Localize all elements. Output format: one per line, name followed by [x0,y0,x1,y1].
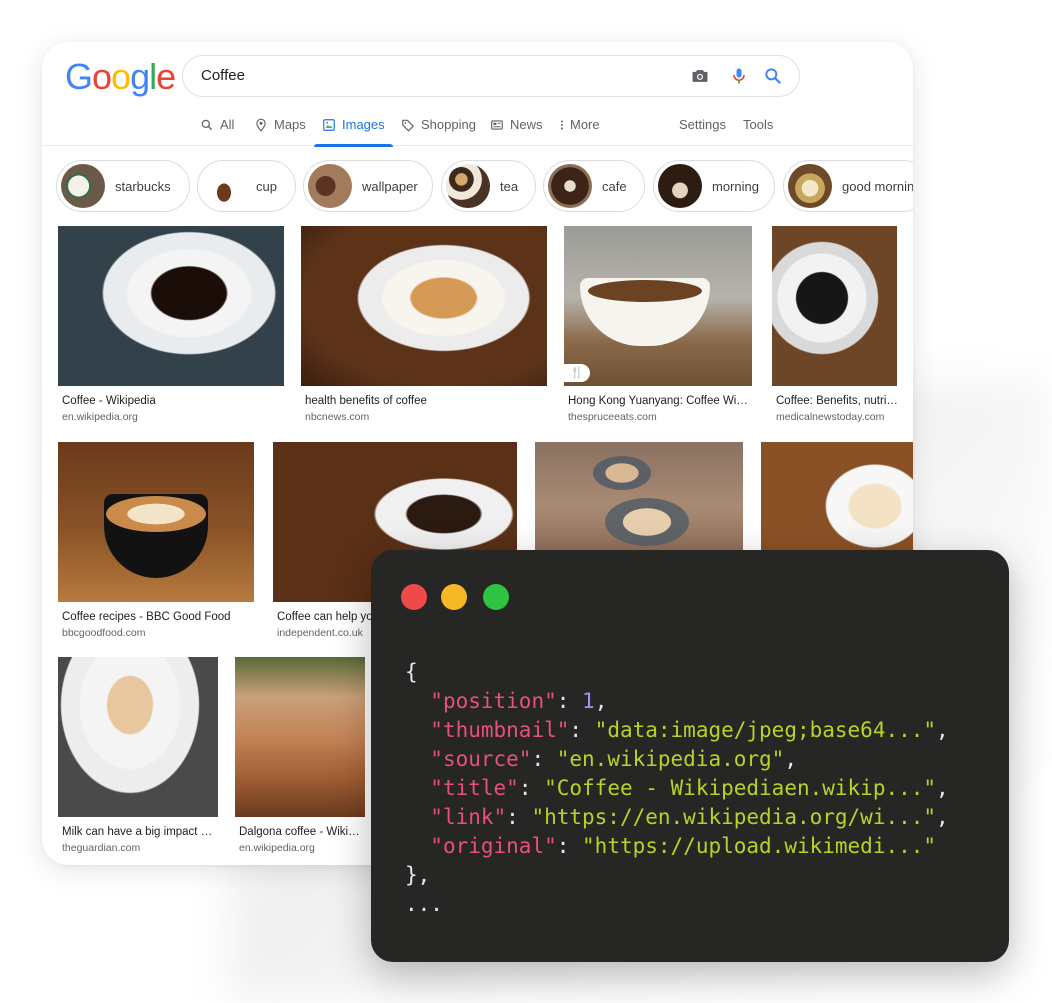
result-thumbnail [564,226,752,386]
code-close-brace: }, [405,863,431,887]
result-title: Coffee: Benefits, nutriti... [776,395,898,407]
chip-morning[interactable]: morning [653,160,775,212]
result-thumbnail [301,226,547,386]
result-source: medicalnewstoday.com [776,411,885,423]
camera-icon[interactable] [690,66,710,86]
tag-icon [401,118,415,132]
result-source: theguardian.com [62,842,141,854]
newspaper-icon [490,118,504,132]
code-open-brace: { [405,660,418,684]
chip-cafe[interactable]: cafe [543,160,645,212]
result-title: Hong Kong Yuanyang: Coffee With ... [568,395,750,407]
code-ellipsis: ... [405,892,443,916]
tab-images[interactable]: Images [314,110,393,147]
chip-thumbnail [446,164,490,208]
json-code-window: { "position": 1, "thumbnail": "data:imag… [371,550,1009,962]
code-key: "position" [430,689,557,713]
json-code-block: { "position": 1, "thumbnail": "data:imag… [405,660,949,916]
image-result[interactable]: Milk can have a big impact o... theguard… [58,657,218,857]
code-value: "en.wikipedia.org" [556,747,785,771]
map-pin-icon [254,118,268,132]
tab-shopping[interactable]: Shopping [401,110,476,146]
image-result[interactable]: Coffee - Wikipedia en.wikipedia.org [58,226,284,426]
maximize-dot[interactable] [483,584,509,610]
close-dot[interactable] [401,584,427,610]
result-title: Milk can have a big impact o... [62,826,214,838]
chip-thumbnail [61,164,105,208]
result-thumbnail [58,657,218,817]
code-value: "data:image/jpeg;base64..." [594,718,937,742]
chip-thumbnail [548,164,592,208]
result-title: health benefits of coffee [305,395,427,407]
chip-starbucks[interactable]: starbucks [56,160,190,212]
tab-news[interactable]: News [490,110,543,146]
chip-wallpaper[interactable]: wallpaper [303,160,433,212]
code-value: "Coffee - Wikipediaen.wikip..." [544,776,937,800]
image-result[interactable]: Coffee: Benefits, nutriti... medicalnews… [772,226,898,426]
chip-good-morning[interactable]: good mornin [783,160,913,212]
code-value: 1 [582,689,595,713]
chip-thumbnail [202,164,246,208]
result-title: Dalgona coffee - Wikip... [239,826,363,838]
restaurant-icon: 🍴 [564,364,590,382]
image-result[interactable]: Dalgona coffee - Wikip... en.wikipedia.o… [235,657,365,857]
result-thumbnail [772,226,897,386]
image-icon [322,118,336,132]
image-result[interactable]: 🍴 Hong Kong Yuanyang: Coffee With ... th… [564,226,752,426]
more-vert-icon [558,118,566,132]
result-thumbnail [58,226,284,386]
google-logo[interactable]: Google [65,56,176,98]
result-source: thespruceeats.com [568,411,657,423]
code-key: "source" [430,747,532,771]
tab-settings[interactable]: Settings [679,110,726,146]
result-source: bbcgoodfood.com [62,627,146,639]
search-tabs: All Maps Images Shopping News More Setti… [42,110,913,147]
result-title: Coffee recipes - BBC Good Food [62,611,231,623]
code-value: "https://en.wikipedia.org/wi..." [531,805,937,829]
image-result[interactable]: Coffee recipes - BBC Good Food bbcgoodfo… [58,442,254,642]
chip-tea[interactable]: tea [441,160,536,212]
code-value: "https://upload.wikimedi..." [582,834,937,858]
code-key: "thumbnail" [430,718,570,742]
result-source: independent.co.uk [277,627,363,639]
result-source: nbcnews.com [305,411,370,423]
search-box[interactable] [182,55,800,97]
result-title: Coffee - Wikipedia [62,395,156,407]
result-source: en.wikipedia.org [239,842,315,854]
tab-more[interactable]: More [558,110,600,146]
microphone-icon[interactable] [729,66,749,86]
chip-thumbnail [308,164,352,208]
result-thumbnail [58,442,254,602]
search-input[interactable] [201,56,661,96]
chip-cup[interactable]: cup [197,160,296,212]
search-icon[interactable] [763,66,783,86]
image-result[interactable]: health benefits of coffee nbcnews.com [301,226,547,426]
chip-thumbnail [788,164,832,208]
chip-thumbnail [658,164,702,208]
code-key: "original" [430,834,557,858]
result-thumbnail [235,657,365,817]
code-key: "link" [430,805,507,829]
tab-tools[interactable]: Tools [743,110,773,146]
tab-maps[interactable]: Maps [254,110,306,146]
code-key: "title" [430,776,519,800]
minimize-dot[interactable] [441,584,467,610]
result-source: en.wikipedia.org [62,411,138,423]
search-icon [200,118,214,132]
related-search-chips: starbucks cup wallpaper tea cafe morning… [56,160,913,212]
tab-all[interactable]: All [200,110,234,146]
